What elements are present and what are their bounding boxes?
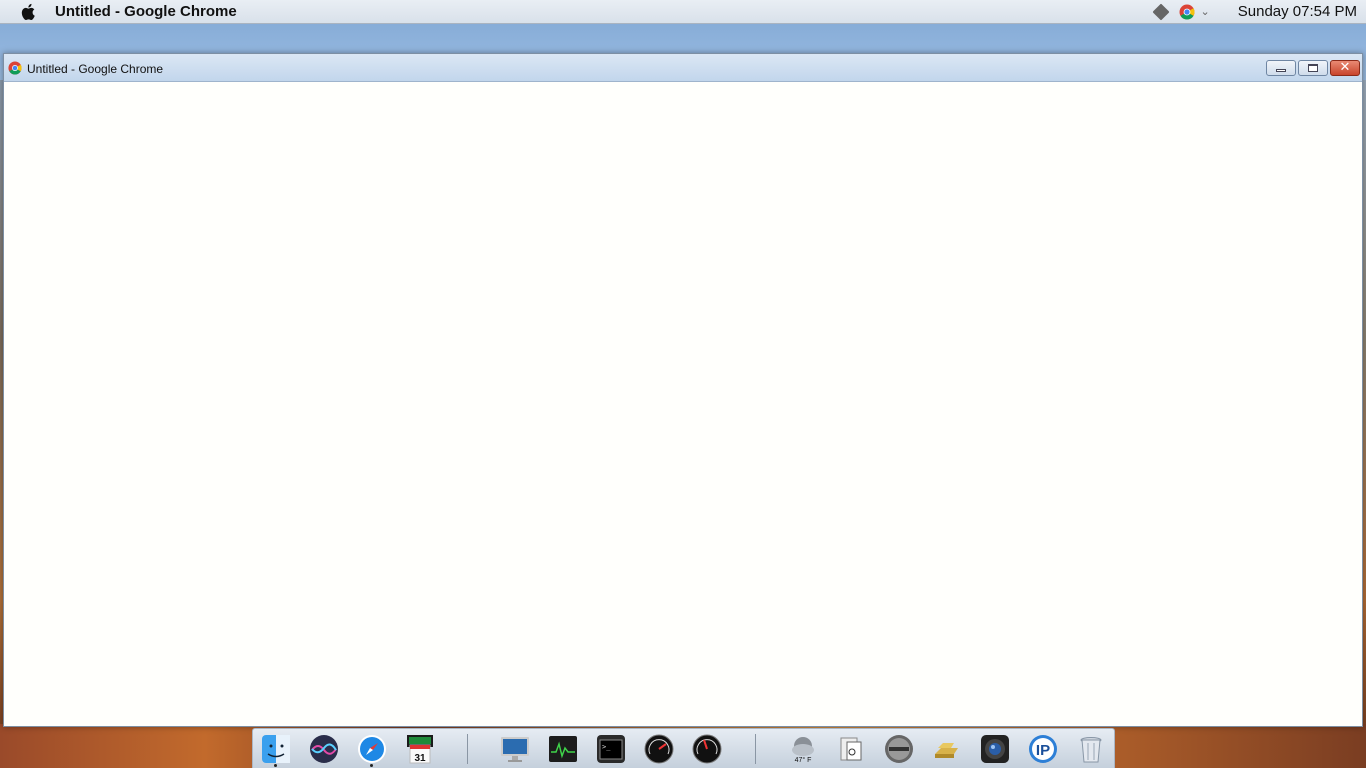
dock-separator — [467, 734, 468, 764]
siri-icon[interactable] — [309, 734, 339, 764]
camera-icon[interactable] — [980, 734, 1010, 764]
close-button[interactable]: ✕ — [1330, 60, 1360, 76]
apple-icon[interactable] — [20, 3, 36, 21]
weather-icon[interactable]: 47° F — [788, 734, 818, 764]
finder-icon[interactable] — [261, 734, 291, 764]
close-icon: ✕ — [1339, 60, 1351, 75]
window-titlebar[interactable]: Untitled - Google Chrome ✕ — [4, 54, 1362, 82]
weather-temp: 47° F — [795, 756, 812, 764]
minimize-icon — [1276, 69, 1286, 72]
dock-separator-2 — [755, 734, 756, 764]
window-controls: ✕ — [1266, 60, 1360, 76]
gold-bars-icon[interactable] — [932, 734, 962, 764]
minimize-button[interactable] — [1266, 60, 1296, 76]
terminal-icon[interactable]: >_ — [596, 734, 626, 764]
trash-icon[interactable] — [1076, 734, 1106, 764]
dock: 31 >_ 47° F IP — [252, 728, 1115, 768]
chrome-window: Untitled - Google Chrome ✕ — [3, 53, 1363, 727]
maximize-icon — [1308, 64, 1318, 72]
chevron-down-icon[interactable]: ⌄ — [1201, 5, 1210, 18]
calendar-icon[interactable]: 31 — [405, 734, 435, 764]
svg-text:IP: IP — [1036, 742, 1050, 759]
finder-running-dot — [274, 764, 277, 767]
active-app-title[interactable]: Untitled - Google Chrome — [55, 3, 237, 20]
window-content[interactable] — [4, 82, 1362, 726]
gauge-icon[interactable] — [692, 734, 722, 764]
safari-icon[interactable] — [357, 734, 387, 764]
calendar-day: 31 — [414, 753, 426, 764]
speedometer-icon[interactable] — [644, 734, 674, 764]
svg-text:>_: >_ — [602, 743, 611, 751]
diamond-tray-icon[interactable] — [1152, 3, 1170, 20]
chrome-tray-icon[interactable] — [1179, 4, 1195, 20]
menu-clock[interactable]: Sunday 07:54 PM — [1238, 3, 1357, 20]
dvd-player-icon[interactable] — [884, 734, 914, 764]
safari-running-dot — [370, 764, 373, 767]
window-title: Untitled - Google Chrome — [27, 62, 164, 76]
imac-icon[interactable] — [500, 734, 530, 764]
chrome-icon — [8, 61, 22, 75]
menu-bar: Untitled - Google Chrome ⌄ Sunday 07:54 … — [0, 0, 1366, 24]
ip-scanner-icon[interactable]: IP — [1028, 734, 1058, 764]
maximize-button[interactable] — [1298, 60, 1328, 76]
clipboard-icon[interactable] — [836, 734, 866, 764]
activity-monitor-icon[interactable] — [548, 734, 578, 764]
